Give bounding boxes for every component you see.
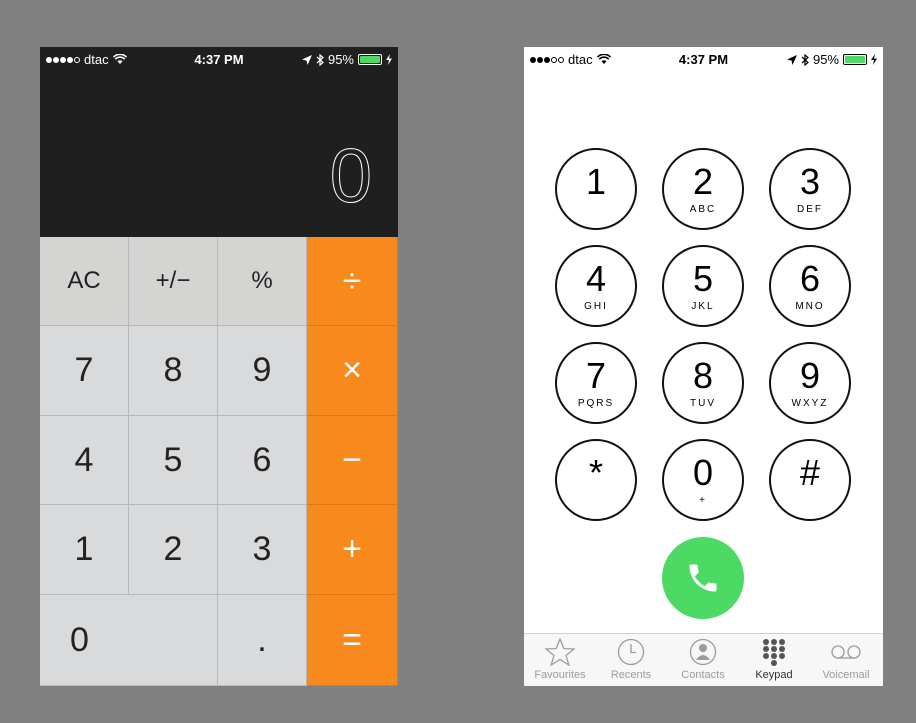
- digit-0-button[interactable]: 0: [40, 595, 218, 686]
- keypad-icon: [763, 639, 785, 666]
- tab-recents[interactable]: Recents: [595, 638, 667, 681]
- dial-key-letters: JKL: [691, 301, 715, 312]
- digit-5-button[interactable]: 5: [129, 416, 218, 505]
- equals-button[interactable]: =: [307, 595, 398, 686]
- dial-key-1-button[interactable]: 1: [555, 148, 637, 230]
- dial-key-digit: 6: [799, 258, 821, 299]
- digit-1-button[interactable]: 1: [40, 505, 129, 595]
- status-bar: dtac 4:37 PM 95%: [40, 47, 398, 71]
- dial-key-digit: 9: [799, 355, 821, 396]
- tab-label: Keypad: [755, 669, 793, 681]
- charging-icon: [871, 54, 877, 65]
- dial-key-digit: *: [588, 452, 603, 493]
- status-bar: dtac 4:37 PM 95%: [524, 47, 883, 71]
- call-button[interactable]: [662, 537, 744, 619]
- digit-4-button[interactable]: 4: [40, 416, 129, 505]
- multiply-button[interactable]: ×: [307, 326, 398, 416]
- dial-key-0-button[interactable]: 0 +: [662, 439, 744, 521]
- dial-key-9-button[interactable]: 9 WXYZ: [769, 342, 851, 424]
- tab-label: Contacts: [681, 669, 725, 681]
- digit-9-button[interactable]: 9: [218, 326, 307, 416]
- tab-contacts[interactable]: Contacts: [667, 638, 739, 681]
- dial-key-8-button[interactable]: 8 TUV: [662, 342, 744, 424]
- dial-key-6-button[interactable]: 6 MNO: [769, 245, 851, 327]
- battery-percent: 95%: [812, 52, 839, 67]
- plus-minus-button[interactable]: +/−: [129, 237, 218, 326]
- digit-7-button[interactable]: 7: [40, 326, 129, 416]
- battery-percent: 95%: [327, 52, 354, 67]
- dial-key-2-button[interactable]: 2 ABC: [662, 148, 744, 230]
- tab-bar: Favourites Recents Contacts Keypad Voice…: [524, 633, 883, 686]
- dial-key-letters: GHI: [584, 301, 608, 312]
- dial-key-digit: 0: [692, 452, 714, 493]
- phone-keypad-screen: dtac 4:37 PM 95% 1 2 ABC 3 DEF 4 GHI 5 JKL 6 MNO 7 P…: [524, 47, 883, 686]
- percent-button[interactable]: %: [218, 237, 307, 326]
- dial-key-digit: 1: [585, 161, 607, 202]
- dial-key-3-button[interactable]: 3 DEF: [769, 148, 851, 230]
- clock-icon: [617, 638, 645, 666]
- dial-key-digit: 8: [692, 355, 714, 396]
- dial-key-star-button[interactable]: *: [555, 439, 637, 521]
- tab-keypad[interactable]: Keypad: [738, 638, 810, 681]
- calculator-keypad: AC +/− % ÷ 7 8 9 × 4 5 6 − 1 2 3 + 0 . =: [40, 237, 398, 686]
- phone-icon: [689, 564, 717, 592]
- minus-button[interactable]: −: [307, 416, 398, 505]
- dial-key-hash-button[interactable]: #: [769, 439, 851, 521]
- calculator-screen: dtac 4:37 PM 95% 0 AC +/− % ÷ 7 8 9 × 4 …: [40, 47, 398, 686]
- location-icon: [786, 54, 797, 65]
- tab-label: Voicemail: [822, 669, 870, 681]
- digit-8-button[interactable]: 8: [129, 326, 218, 416]
- dial-key-digit: #: [799, 452, 821, 493]
- location-icon: [301, 54, 312, 65]
- dial-key-letters: DEF: [797, 204, 823, 215]
- dial-key-4-button[interactable]: 4 GHI: [555, 245, 637, 327]
- battery-icon: [843, 54, 867, 65]
- display-value: 0: [329, 134, 372, 219]
- dial-key-7-button[interactable]: 7 PQRS: [555, 342, 637, 424]
- contact-icon: [689, 638, 717, 666]
- digit-3-button[interactable]: 3: [218, 505, 307, 595]
- dial-key-digit: 7: [585, 355, 607, 396]
- dial-key-digit: 5: [692, 258, 714, 299]
- dial-key-digit: 2: [692, 161, 714, 202]
- tab-voicemail[interactable]: Voicemail: [810, 638, 882, 681]
- dial-key-letters: MNO: [795, 301, 825, 312]
- decimal-button[interactable]: .: [218, 595, 307, 686]
- star-icon: [544, 638, 576, 666]
- bluetooth-icon: [316, 53, 324, 66]
- dial-key-letters: WXYZ: [791, 398, 829, 409]
- tab-favourites[interactable]: Favourites: [524, 638, 596, 681]
- dial-key-letters: +: [699, 495, 707, 506]
- dial-key-letters: TUV: [690, 398, 716, 409]
- bluetooth-icon: [801, 53, 809, 66]
- tab-label: Recents: [610, 669, 652, 681]
- dial-key-letters: PQRS: [577, 398, 615, 409]
- clear-button[interactable]: AC: [40, 237, 129, 326]
- dial-key-digit: 3: [799, 161, 821, 202]
- calculator-display: 0: [40, 71, 398, 237]
- digit-2-button[interactable]: 2: [129, 505, 218, 595]
- dial-key-5-button[interactable]: 5 JKL: [662, 245, 744, 327]
- plus-button[interactable]: +: [307, 505, 398, 595]
- battery-icon: [358, 54, 382, 65]
- voicemail-icon: [831, 645, 861, 659]
- dial-key-digit: 4: [585, 258, 607, 299]
- tab-label: Favourites: [534, 669, 586, 681]
- charging-icon: [386, 54, 392, 65]
- dial-key-letters: ABC: [689, 204, 717, 215]
- digit-6-button[interactable]: 6: [218, 416, 307, 505]
- divide-button[interactable]: ÷: [307, 237, 398, 326]
